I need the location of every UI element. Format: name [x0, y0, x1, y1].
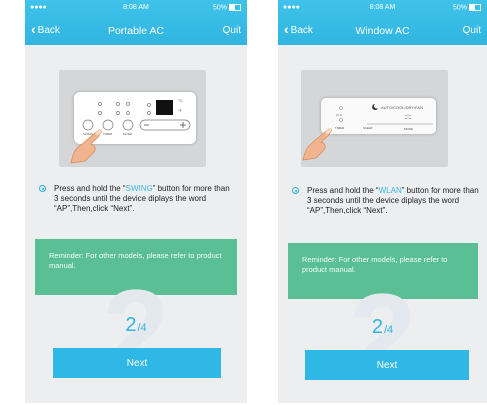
modes-label: AUTO/COOL/DRY/FAN	[381, 105, 423, 110]
battery-icon	[229, 4, 241, 11]
page-total: /4	[383, 324, 394, 336]
wifi-hint-label: WI-FI	[336, 114, 343, 117]
battery-percent: 50%	[452, 4, 467, 12]
battery-indicator: 50%	[213, 4, 241, 11]
radio-selected-icon[interactable]	[39, 185, 46, 192]
nav-bar: ‹ Back Window AC Quit	[278, 22, 487, 40]
battery-percent: 50%	[212, 4, 227, 12]
window-ac-panel: AUTO/COOL/DRY/FAN WI-FI TIMER SLEEP MODE	[321, 98, 436, 134]
instruction-highlight: WLAN	[378, 186, 402, 195]
header-bar: ●●●● 8:08 AM 50% ‹ Back Window AC Quit	[278, 0, 487, 45]
page-total: /4	[137, 322, 147, 334]
next-button[interactable]: Next	[53, 348, 221, 378]
quit-button[interactable]: Quit	[223, 25, 241, 36]
instruction-text: Press and hold the “SWING” button for mo…	[39, 184, 234, 214]
instruction-highlight: SWING	[125, 184, 153, 193]
battery-indicator: 50%	[453, 4, 481, 11]
status-bar: ●●●● 8:08 AM 50%	[25, 3, 247, 15]
page-title: Portable AC	[107, 25, 165, 37]
page-total-value: 4	[387, 324, 394, 336]
battery-icon	[469, 4, 481, 11]
status-bar: ●●●● 8:08 AM 50%	[278, 3, 487, 15]
header-bar: ●●●● 8:08 AM 50% ‹ Back Portable AC Quit	[25, 0, 247, 45]
celsius-label: °C	[178, 98, 183, 103]
mode-label: MODE	[404, 127, 413, 131]
page-title: Window AC	[355, 25, 410, 37]
sleep-label: SLEEP	[363, 126, 373, 130]
page-total-value: 4	[140, 322, 147, 334]
nav-bar: ‹ Back Portable AC Quit	[25, 22, 247, 40]
instruction: Press and hold the “WLAN” button for mor…	[292, 186, 482, 216]
fahrenheit-label: °F	[178, 108, 183, 113]
page-current: 2	[371, 316, 383, 338]
radio-selected-icon[interactable]	[292, 187, 299, 194]
portable-ac-screen: ●●●● 8:08 AM 50% ‹Back Portable AC Quit	[25, 0, 247, 403]
instruction-pre: Press and hold the “	[307, 186, 379, 195]
quit-button[interactable]: Quit	[463, 25, 481, 36]
page-indicator: 2/4	[278, 316, 487, 339]
instruction: Press and hold the “SWING” button for mo…	[39, 184, 234, 214]
finger-pointer-icon	[302, 128, 333, 161]
page-indicator: 2/4	[25, 314, 247, 337]
instruction-pre: Press and hold the “	[54, 184, 126, 193]
page-current: 2	[125, 314, 137, 336]
control-panel-illustration: AUTO/COOL/DRY/FAN WI-FI TIMER SLEEP MODE	[301, 70, 448, 167]
instruction-text: Press and hold the “WLAN” button for mor…	[292, 186, 482, 216]
finger-pointer-icon	[70, 129, 103, 164]
next-button[interactable]: Next	[305, 350, 469, 380]
control-panel-illustration: °C °F SWING TIMER MODE	[59, 70, 206, 167]
window-ac-screen: ●●●● 8:08 AM 50% ‹ Back Window AC Quit AU…	[278, 0, 487, 403]
mode-label: MODE	[123, 132, 132, 136]
